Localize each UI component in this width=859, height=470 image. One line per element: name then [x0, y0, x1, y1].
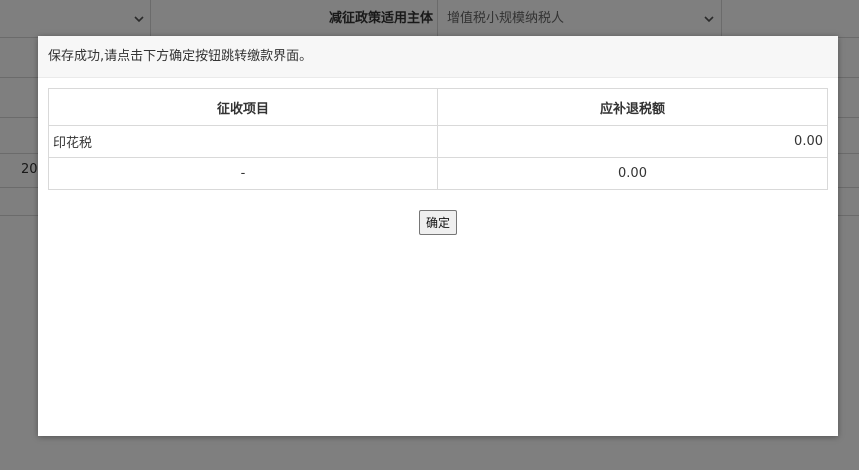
tax-result-table: 征收项目 应补退税额 印花税 0.00 - 0.00 [48, 88, 828, 190]
confirm-dialog: 保存成功,请点击下方确定按钮跳转缴款界面。 征收项目 应补退税额 印花税 0.0… [38, 36, 838, 436]
table-header-row: 征收项目 应补退税额 [48, 88, 828, 126]
cell-item: 印花税 [48, 125, 438, 158]
cell-item: - [48, 157, 438, 190]
column-header-amount: 应补退税额 [437, 88, 828, 126]
cell-amount: 0.00 [437, 125, 828, 158]
confirm-button[interactable]: 确定 [418, 210, 457, 235]
table-row: - 0.00 [48, 157, 828, 190]
table-row: 印花税 0.00 [48, 125, 828, 158]
dialog-actions: 确定 [38, 210, 838, 235]
column-header-item: 征收项目 [48, 88, 438, 126]
dialog-message: 保存成功,请点击下方确定按钮跳转缴款界面。 [38, 36, 838, 78]
cell-amount: 0.00 [437, 157, 828, 190]
